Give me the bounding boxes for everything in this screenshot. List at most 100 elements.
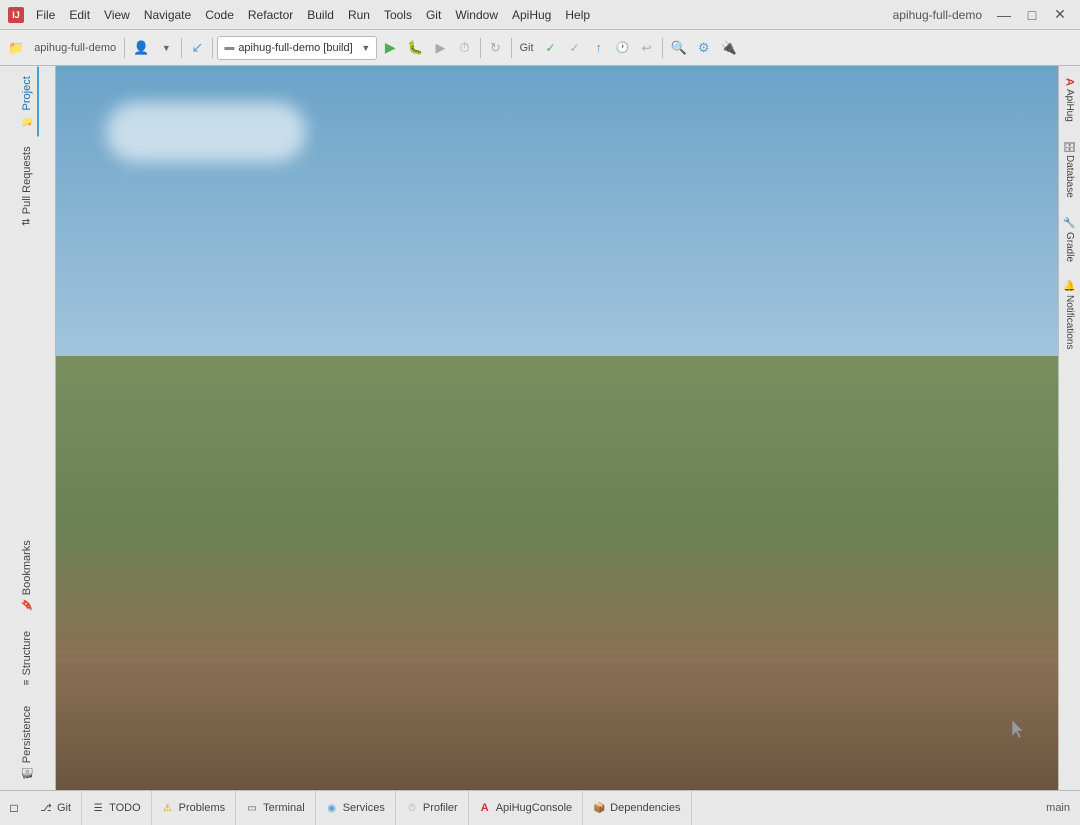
user-icon[interactable]: 👤 — [129, 34, 153, 62]
menu-apihug[interactable]: ApiHug — [506, 6, 557, 24]
menu-view[interactable]: View — [98, 6, 136, 24]
terminal-bottom-icon: ▭ — [246, 802, 258, 814]
bottom-tab-problems[interactable]: ⚠ Problems — [152, 791, 236, 825]
bg-clouds — [106, 102, 306, 162]
menu-run[interactable]: Run — [342, 6, 376, 24]
dependencies-bottom-icon: 📦 — [593, 802, 605, 814]
toolbar-separator-4 — [480, 38, 481, 58]
hint-text-2: Project View — [462, 383, 534, 398]
run-coverage-button[interactable]: ▶ — [430, 34, 452, 62]
apihug-console-bottom-icon: A — [479, 802, 491, 814]
bottom-tab-profiler[interactable]: ⏱ Profiler — [396, 791, 469, 825]
bottom-tab-git[interactable]: ⎇ Git — [30, 791, 82, 825]
apihug-tab-label: ApiHug — [1064, 89, 1075, 122]
debug-button[interactable]: 🐛 — [403, 34, 427, 62]
menu-refactor[interactable]: Refactor — [242, 6, 299, 24]
git-push[interactable]: ↑ — [588, 34, 610, 62]
bottom-tab-services[interactable]: ◉ Services — [316, 791, 396, 825]
status-layout-icon[interactable]: □ — [4, 794, 24, 822]
bottom-tab-apihug-console[interactable]: A ApiHugConsole — [469, 791, 583, 825]
menu-help[interactable]: Help — [559, 6, 596, 24]
persistence-tab-label: Persistence — [21, 706, 33, 763]
hint-key-1: Double Shift — [581, 358, 652, 373]
main-content: Search Everywhere Double Shift Project V… — [56, 66, 1058, 790]
git-rollback[interactable]: ↩ — [636, 34, 658, 62]
menu-window[interactable]: Window — [449, 6, 504, 24]
update-button[interactable]: ↻ — [485, 34, 507, 62]
back-button[interactable]: ↙ — [186, 34, 208, 62]
toolbar-separator-1 — [124, 38, 125, 58]
sidebar-item-project[interactable]: 📁 Project — [17, 66, 39, 136]
sidebar-item-structure[interactable]: ≡ Structure — [17, 621, 39, 695]
git-update[interactable]: ✓ — [564, 34, 586, 62]
hint-text-4: Recent Files — [462, 433, 534, 448]
run-config-label: apihug-full-demo [build] — [238, 42, 357, 54]
notifications-tab-icon: 🔔 — [1064, 280, 1075, 292]
main-toolbar: 📁 apihug-full-demo 👤 ▼ ↙ ▬ apihug-full-d… — [0, 30, 1080, 66]
user-dropdown-arrow[interactable]: ▼ — [155, 34, 177, 62]
sidebar-item-pull-requests[interactable]: ⇅ Pull Requests — [17, 136, 39, 236]
sidebar-item-database[interactable]: 🗄 Database — [1061, 132, 1078, 207]
hint-project-view: Project View Alt+1 — [462, 383, 652, 398]
hint-goto-file: Go to File Ctrl+Shift+N — [462, 408, 652, 423]
menu-git[interactable]: Git — [420, 6, 447, 24]
git-checkmark[interactable]: ✓ — [540, 34, 562, 62]
git-bottom-label: Git — [57, 802, 71, 814]
right-panel: A ApiHug 🗄 Database 🔧 Gradle 🔔 Notificat… — [1058, 66, 1080, 790]
menu-code[interactable]: Code — [199, 6, 240, 24]
terminal-bottom-label: Terminal — [263, 802, 305, 814]
menu-navigate[interactable]: Navigate — [138, 6, 197, 24]
bottom-tab-todo[interactable]: ☰ TODO — [82, 791, 152, 825]
todo-bottom-icon: ☰ — [92, 802, 104, 814]
gradle-tab-label: Gradle — [1064, 232, 1075, 262]
hint-text-5: Navigation Bar — [462, 458, 547, 473]
sidebar-item-notifications[interactable]: 🔔 Notifications — [1061, 272, 1078, 358]
left-panel: 📁 Project ⇅ Pull Requests 🔖 Bookmarks ≡ … — [0, 66, 56, 790]
notifications-tab-label: Notifications — [1064, 295, 1075, 349]
pull-requests-tab-icon: ⇅ — [21, 218, 32, 226]
menu-edit[interactable]: Edit — [63, 6, 96, 24]
menu-file[interactable]: File — [30, 6, 61, 24]
database-tab-label: Database — [1064, 155, 1075, 198]
menu-build[interactable]: Build — [301, 6, 340, 24]
gradle-tab-icon: 🔧 — [1064, 216, 1075, 228]
git-label: Git — [516, 34, 538, 62]
hint-key-5: Alt−Home — [553, 458, 610, 473]
search-button[interactable]: 🔍 — [667, 34, 691, 62]
bookmarks-tab-label: Bookmarks — [21, 540, 33, 595]
window-controls: — □ ✕ — [992, 5, 1072, 25]
bottom-tab-dependencies[interactable]: 📦 Dependencies — [583, 791, 691, 825]
status-left: □ — [4, 791, 24, 825]
run-config-arrow: ▼ — [361, 43, 370, 53]
menu-tools[interactable]: Tools — [378, 6, 418, 24]
maximize-button[interactable]: □ — [1020, 5, 1044, 25]
services-bottom-icon: ◉ — [326, 802, 338, 814]
git-history[interactable]: 🕐 — [612, 34, 634, 62]
structure-tab-label: Structure — [21, 631, 33, 676]
sidebar-item-gradle[interactable]: 🔧 Gradle — [1061, 208, 1078, 269]
plugins-button[interactable]: 🔌 — [717, 34, 741, 62]
profiler-bottom-icon: ⏱ — [406, 802, 418, 814]
project-tab-label: Project — [21, 76, 33, 110]
status-branch: main — [1036, 802, 1080, 814]
apihug-console-bottom-label: ApiHugConsole — [496, 802, 572, 814]
persistence-tab-icon: 🗃 — [21, 767, 32, 780]
services-bottom-label: Services — [343, 802, 385, 814]
todo-bottom-label: TODO — [109, 802, 141, 814]
profiler-button[interactable]: ⏱ — [454, 34, 476, 62]
project-tab-icon: 📁 — [21, 114, 32, 126]
pull-requests-tab-label: Pull Requests — [21, 146, 33, 214]
sidebar-item-persistence[interactable]: 🗃 Persistence — [17, 696, 39, 790]
run-config-dropdown[interactable]: ▬ apihug-full-demo [build] ▼ — [217, 36, 377, 60]
minimize-button[interactable]: — — [992, 5, 1016, 25]
problems-bottom-label: Problems — [179, 802, 225, 814]
sidebar-item-apihug[interactable]: A ApiHug — [1061, 70, 1079, 130]
hint-key-2: Alt+1 — [540, 383, 570, 398]
settings-button[interactable]: ⚙ — [693, 34, 715, 62]
run-button[interactable]: ▶ — [379, 34, 401, 62]
bottom-tab-terminal[interactable]: ▭ Terminal — [236, 791, 316, 825]
close-button[interactable]: ✕ — [1048, 5, 1072, 25]
hint-text-3: Go to File — [462, 408, 518, 423]
dependencies-bottom-label: Dependencies — [610, 802, 680, 814]
sidebar-item-bookmarks[interactable]: 🔖 Bookmarks — [17, 530, 39, 621]
